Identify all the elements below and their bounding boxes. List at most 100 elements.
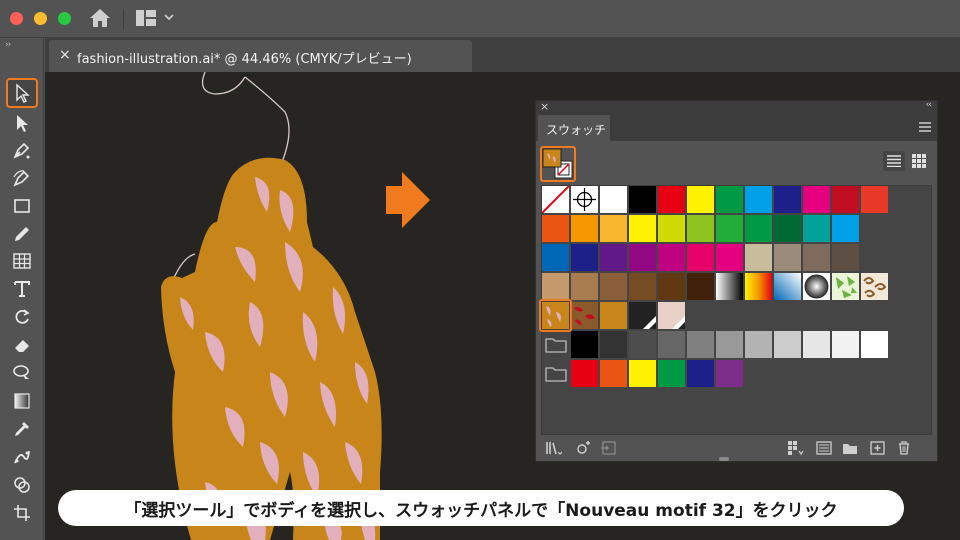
delete-swatch-icon[interactable] (896, 441, 912, 455)
swatch[interactable] (716, 244, 743, 271)
artboard-tool[interactable] (8, 500, 36, 526)
swatch[interactable] (745, 186, 772, 213)
swatch[interactable] (774, 215, 801, 242)
swatch[interactable] (600, 302, 627, 329)
pen-tool[interactable] (8, 137, 36, 163)
puppet-warp-tool[interactable] (8, 444, 36, 470)
swatch[interactable] (803, 331, 830, 358)
close-tab-icon[interactable]: × (59, 47, 71, 63)
swatch[interactable] (774, 331, 801, 358)
swatch[interactable] (861, 331, 888, 358)
swatch[interactable] (658, 331, 685, 358)
swatch[interactable] (571, 331, 598, 358)
swatch-group-dark[interactable] (629, 302, 656, 329)
swatch[interactable] (774, 244, 801, 271)
swatch[interactable] (658, 215, 685, 242)
swatch[interactable] (542, 273, 569, 300)
swatch[interactable] (774, 186, 801, 213)
swatch[interactable] (629, 186, 656, 213)
swatch[interactable] (600, 215, 627, 242)
swatch[interactable] (600, 360, 627, 387)
swatch[interactable] (745, 215, 772, 242)
swatch[interactable] (571, 360, 598, 387)
rotate-tool[interactable] (8, 304, 36, 330)
swatch[interactable] (803, 186, 830, 213)
swatch[interactable] (803, 244, 830, 271)
swatch[interactable] (687, 244, 714, 271)
swatch-gradient-black-white[interactable] (716, 273, 743, 300)
swatch[interactable] (745, 244, 772, 271)
chevron-down-icon[interactable] (164, 13, 174, 21)
workspace-switcher-icon[interactable] (136, 10, 156, 26)
list-view-button[interactable] (883, 151, 905, 171)
swatch[interactable] (542, 244, 569, 271)
new-color-group-icon[interactable] (816, 441, 832, 455)
swatch[interactable] (803, 215, 830, 242)
swatch[interactable] (832, 244, 859, 271)
swatch-group-light[interactable] (658, 302, 685, 329)
pencil-tool[interactable] (8, 221, 36, 247)
swatch-registration[interactable] (571, 186, 598, 213)
document-tab[interactable]: × fashion-illustration.ai* @ 44.46% (CMY… (49, 40, 472, 72)
selection-tool[interactable] (6, 78, 38, 108)
swatch[interactable] (716, 215, 743, 242)
close-window-button[interactable] (10, 12, 23, 25)
swatch-gradient-orange[interactable] (745, 273, 772, 300)
eraser-tool[interactable] (8, 332, 36, 358)
swatch-libraries-icon[interactable] (546, 441, 562, 455)
swatch[interactable] (832, 215, 859, 242)
lasso-tool[interactable] (8, 360, 36, 386)
folder-icon[interactable] (545, 366, 567, 382)
swatch[interactable] (658, 273, 685, 300)
swatch[interactable] (745, 331, 772, 358)
rectangle-tool[interactable] (8, 193, 36, 219)
shape-builder-tool[interactable] (8, 472, 36, 498)
swatch[interactable] (832, 331, 859, 358)
swatch[interactable] (716, 360, 743, 387)
grid-tool[interactable] (8, 248, 36, 274)
swatch-pattern-radial-dots[interactable] (803, 273, 830, 300)
swatch[interactable] (600, 331, 627, 358)
swatch[interactable] (629, 331, 656, 358)
swatch-options-icon[interactable] (600, 441, 616, 455)
swatch[interactable] (687, 186, 714, 213)
gradient-tool[interactable] (8, 388, 36, 414)
swatch-pattern-green-leaves[interactable] (832, 273, 859, 300)
swatch[interactable] (571, 244, 598, 271)
place-swatch-icon[interactable] (576, 441, 592, 455)
collapse-panel-icon[interactable]: ‹‹ (926, 100, 932, 110)
swatch[interactable] (832, 186, 859, 213)
panel-menu-icon[interactable] (919, 122, 931, 132)
minimize-window-button[interactable] (34, 12, 47, 25)
swatch-pattern-brown-swirls[interactable] (861, 273, 888, 300)
swatch-none[interactable] (541, 185, 570, 214)
eyedropper-tool[interactable] (8, 416, 36, 442)
close-panel-icon[interactable]: × (540, 100, 549, 113)
swatch[interactable] (687, 273, 714, 300)
type-tool[interactable] (8, 276, 36, 302)
maximize-window-button[interactable] (58, 12, 71, 25)
home-icon[interactable] (88, 7, 112, 29)
swatch[interactable] (716, 186, 743, 213)
show-kinds-icon[interactable] (788, 441, 804, 455)
swatch-pattern-red-floral[interactable] (571, 302, 598, 329)
swatch-pattern-dots-blue[interactable] (774, 273, 801, 300)
curvature-tool[interactable] (8, 165, 36, 191)
swatch[interactable] (600, 186, 627, 213)
swatch[interactable] (687, 331, 714, 358)
tab-swatches[interactable]: スウォッチ (538, 115, 610, 141)
swatch[interactable] (629, 215, 656, 242)
grid-view-button[interactable] (908, 151, 930, 171)
direct-selection-tool[interactable] (8, 110, 36, 136)
swatch[interactable] (542, 215, 569, 242)
swatch[interactable] (629, 273, 656, 300)
swatch[interactable] (658, 244, 685, 271)
swatch[interactable] (629, 360, 656, 387)
swatch[interactable] (571, 215, 598, 242)
swatch[interactable] (629, 244, 656, 271)
swatch[interactable] (687, 360, 714, 387)
swatch[interactable] (658, 186, 685, 213)
swatch[interactable] (861, 186, 888, 213)
swatch[interactable] (716, 331, 743, 358)
panel-resize-handle[interactable] (719, 457, 729, 461)
